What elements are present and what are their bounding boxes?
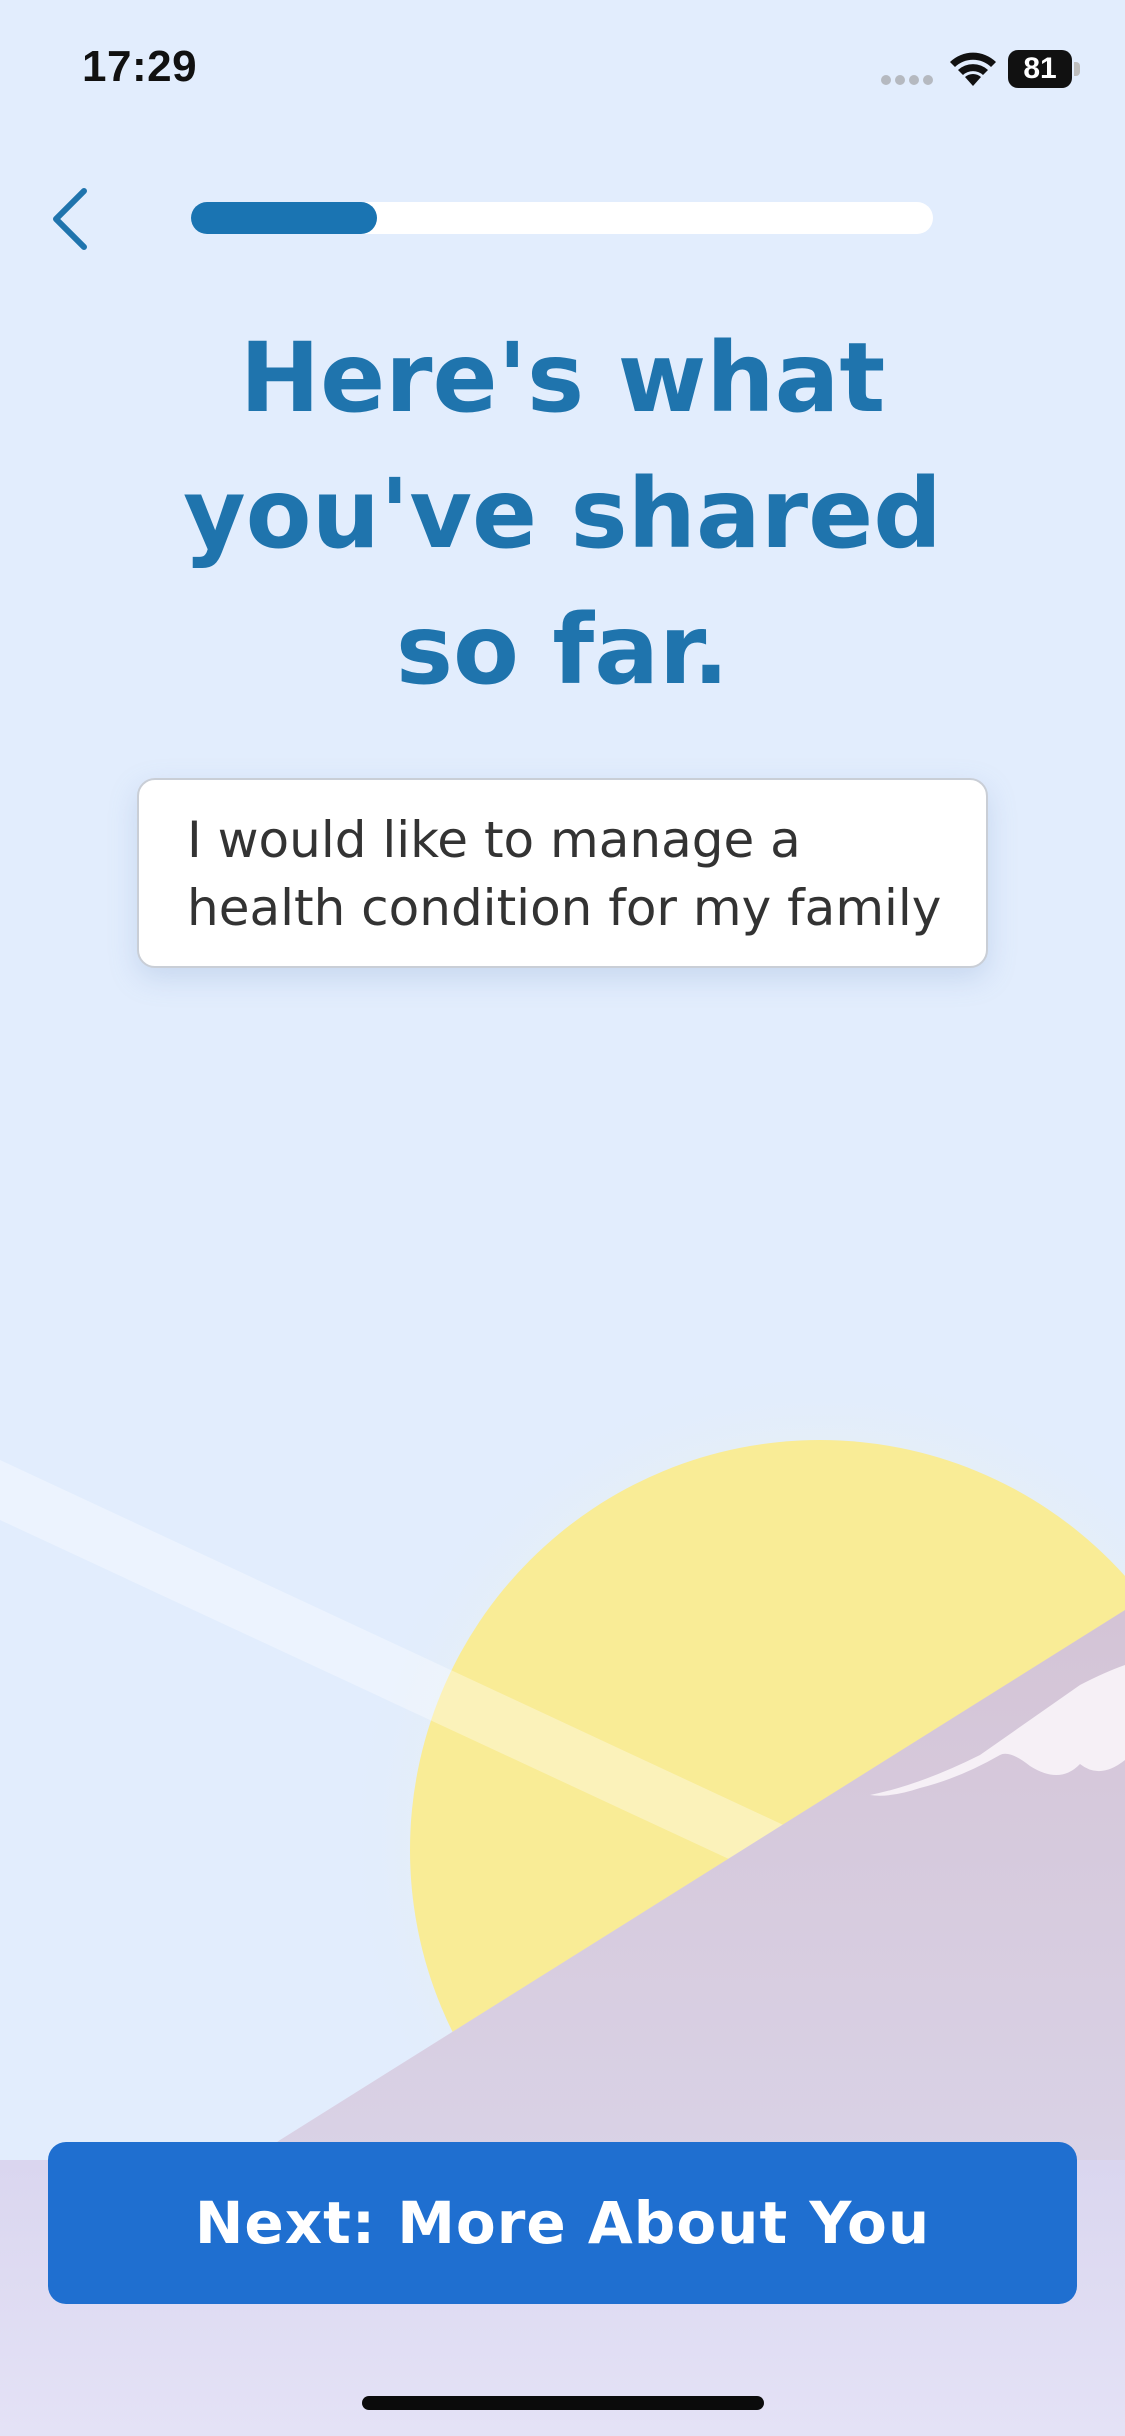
- cellular-signal-icon: [881, 75, 933, 85]
- wifi-icon: [950, 52, 996, 86]
- status-time: 17:29: [82, 42, 198, 91]
- home-indicator[interactable]: [362, 2396, 764, 2410]
- shared-answer-text: I would like to manage a health conditio…: [187, 811, 942, 937]
- screen: 17:29 81 Here's what you've shared so fa…: [0, 0, 1125, 2436]
- battery-icon: 81: [1008, 50, 1080, 88]
- page-title: Here's what you've shared so far.: [183, 322, 942, 706]
- battery-level: 81: [1023, 52, 1057, 85]
- chevron-left-icon: [53, 188, 87, 250]
- status-bar: 17:29 81: [0, 0, 1125, 140]
- shared-answer-card: I would like to manage a health conditio…: [137, 778, 988, 968]
- progress-fill: [191, 202, 377, 234]
- progress-bar: [191, 202, 933, 234]
- next-button[interactable]: Next: More About You: [48, 2142, 1077, 2304]
- back-button[interactable]: [36, 176, 106, 262]
